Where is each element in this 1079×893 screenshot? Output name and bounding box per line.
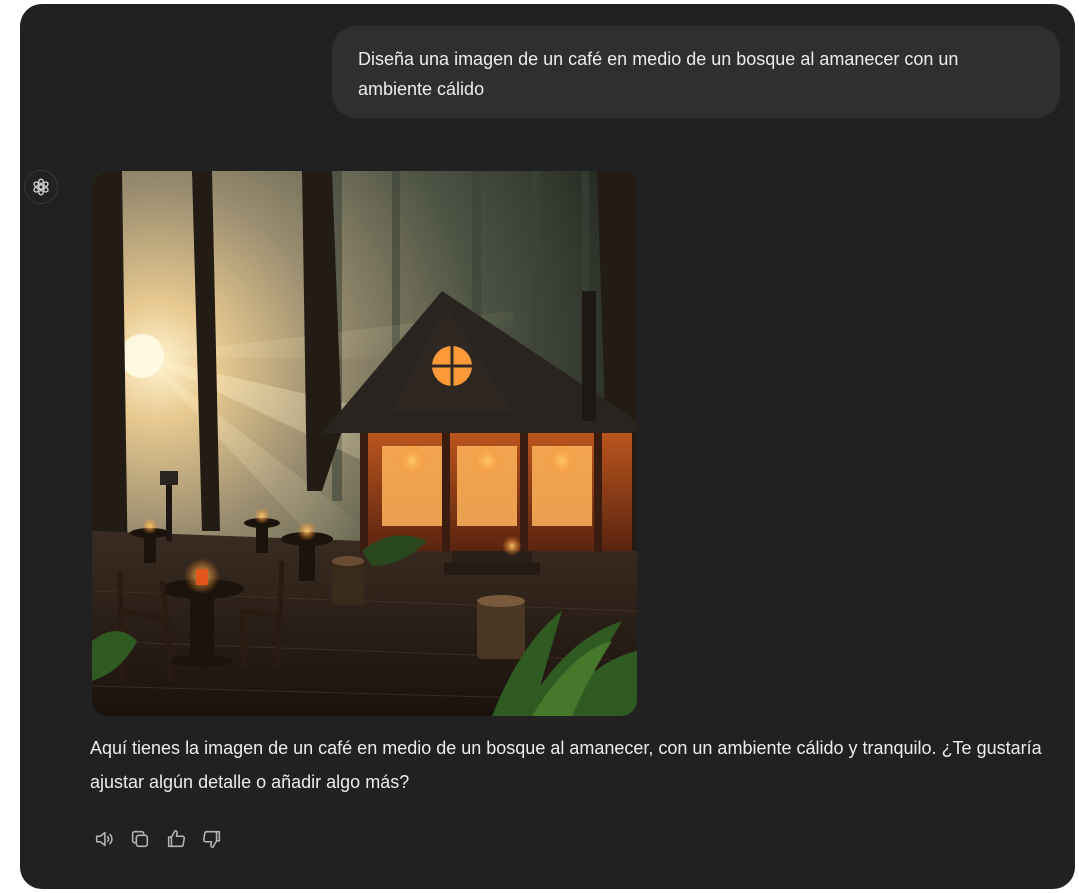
copy-button[interactable] <box>128 827 152 851</box>
openai-logo-icon <box>24 170 58 204</box>
chat-window: Diseña una imagen de un café en medio de… <box>20 4 1075 889</box>
user-message-text: Diseña una imagen de un café en medio de… <box>358 49 959 99</box>
thumbs-down-icon <box>202 830 221 849</box>
read-aloud-button[interactable] <box>92 827 116 851</box>
generated-image[interactable] <box>92 171 637 716</box>
thumbs-up-icon <box>167 829 186 848</box>
copy-icon <box>131 830 149 848</box>
assistant-message: Aquí tienes la imagen de un café en medi… <box>90 738 1042 792</box>
user-message-bubble: Diseña una imagen de un café en medio de… <box>332 26 1060 118</box>
bad-response-button[interactable] <box>200 827 224 851</box>
message-actions <box>92 827 224 851</box>
good-response-button[interactable] <box>164 827 188 851</box>
speaker-icon <box>95 831 113 847</box>
